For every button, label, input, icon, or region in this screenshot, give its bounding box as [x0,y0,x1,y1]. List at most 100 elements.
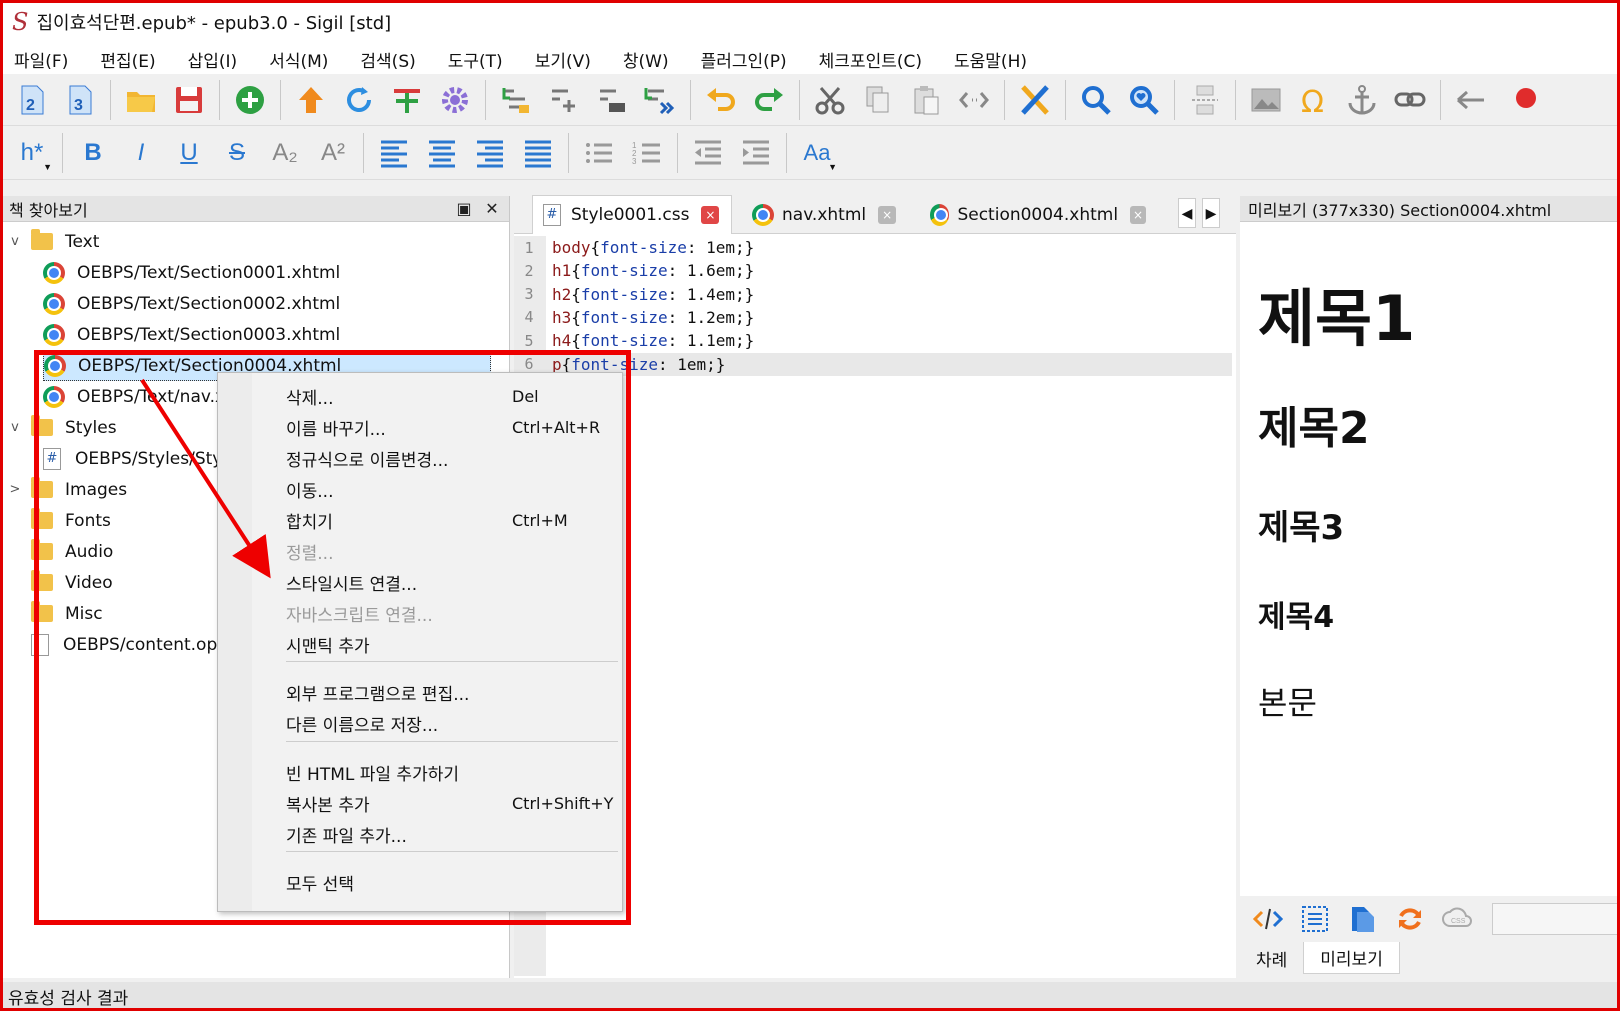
chevron-down-icon[interactable]: v [5,420,25,435]
code-line[interactable]: 5 h4{font-size: 1.1em;} [514,329,1232,352]
context-menu-item[interactable]: 삭제... Del [252,381,620,412]
reload-icon[interactable] [1392,901,1427,937]
float-panel-icon[interactable]: ▣ [453,199,475,218]
back-arrow-icon[interactable] [1450,79,1492,121]
strikethrough-button[interactable]: S [215,131,259,175]
context-menu-item[interactable]: 외부 프로그램으로 편집... [252,677,620,708]
open-folder-icon[interactable] [120,79,162,121]
chevron-right-icon[interactable]: > [5,482,25,497]
context-menu-item[interactable]: 합치기 Ctrl+M [252,505,620,536]
remove-entry-icon[interactable] [591,79,633,121]
undo-icon[interactable] [700,79,742,121]
tree-file[interactable]: OEBPS/Text/Section0002.xhtml [43,288,340,319]
validation-results-bar[interactable]: 유효성 검사 결과 [0,982,1620,1011]
close-tab-icon[interactable]: × [1130,205,1146,224]
tree-folder[interactable]: Misc [5,598,103,629]
context-menu-item[interactable]: 기존 파일 추가... [252,819,620,850]
tab-nav-xhtml[interactable]: nav.xhtml × [742,195,912,234]
context-menu-item[interactable]: 복사본 추가 Ctrl+Shift+Y [252,788,620,819]
menu-tools[interactable]: 도구(T) [448,47,503,72]
epub2-new-icon[interactable]: 2 [11,79,53,121]
scroll-tabs-left-icon[interactable]: ◀ [1178,198,1196,228]
underline-button[interactable]: U [167,131,211,175]
tree-file[interactable]: OEBPS/Text/Section0001.xhtml [43,257,340,288]
tree-folder[interactable]: Fonts [5,505,111,536]
menu-plugins[interactable]: 플러그인(P) [701,47,787,72]
context-menu-item[interactable]: 정규식으로 이름변경... [252,443,620,474]
saved-search-icon[interactable] [1123,79,1165,121]
redo-icon[interactable] [748,79,790,121]
menu-window[interactable]: 창(W) [623,47,669,72]
epub3-new-icon[interactable]: 3 [59,79,101,121]
scroll-tabs-right-icon[interactable]: ▶ [1202,198,1220,228]
code-view-icon[interactable] [1250,901,1285,937]
code-line[interactable]: 2 h1{font-size: 1.6em;} [514,259,1232,282]
tree-folder[interactable]: Video [5,567,113,598]
indent-icon[interactable] [735,132,777,174]
cut-icon[interactable] [809,79,851,121]
menu-checkpoints[interactable]: 체크포인트(C) [819,47,922,72]
insert-break-icon[interactable] [1184,79,1226,121]
tree-folder[interactable]: Audio [5,536,113,567]
tab-table-of-contents[interactable]: 차례 [1240,942,1303,974]
bold-button[interactable]: B [71,131,115,175]
context-menu-item[interactable]: 이름 바꾸기... Ctrl+Alt+R [252,412,620,443]
subscript-button[interactable]: A₂ [263,131,307,175]
refresh-icon[interactable] [338,79,380,121]
context-menu-item[interactable]: 스타일시트 연결... [252,567,620,598]
numbered-list-icon[interactable]: 123 [626,132,668,174]
tree-file[interactable]: OEBPS/Text/Section0003.xhtml [43,319,340,350]
italic-button[interactable]: I [119,131,163,175]
add-file-icon[interactable] [229,79,271,121]
tree-folder[interactable]: v Styles [5,412,117,443]
copy-page-icon[interactable] [1345,901,1380,937]
close-tab-icon[interactable]: × [878,205,897,224]
preview-zoom-field[interactable] [1492,903,1620,935]
close-panel-icon[interactable]: ✕ [481,199,503,218]
context-menu-item[interactable]: 모두 선택 [252,867,620,898]
gear-icon[interactable] [434,79,476,121]
css-toggle-icon[interactable]: CSS [1439,901,1474,937]
menu-insert[interactable]: 삽입(I) [188,47,238,72]
inspect-icon[interactable] [1297,901,1332,937]
link-icon[interactable] [1389,79,1431,121]
tab-preview[interactable]: 미리보기 [1303,942,1400,974]
search-icon[interactable] [1075,79,1117,121]
code-tags-icon[interactable] [953,79,995,121]
arrow-up-icon[interactable] [290,79,332,121]
align-center-icon[interactable] [421,132,463,174]
close-tab-icon[interactable]: × [701,206,720,224]
align-right-icon[interactable] [469,132,511,174]
tree-file[interactable]: OEBPS/content.opf [5,629,223,660]
tab-style0001-css[interactable]: # Style0001.css × [532,195,732,234]
save-icon[interactable] [168,79,210,121]
context-menu-item[interactable]: 다른 이름으로 저장... [252,708,620,739]
context-menu-item[interactable]: 이동... [252,474,620,505]
image-icon[interactable] [1245,79,1287,121]
validate-icon[interactable] [1014,79,1056,121]
align-justify-icon[interactable] [517,132,559,174]
tree-folder[interactable]: > Images [5,474,127,505]
menu-format[interactable]: 서식(M) [269,47,328,72]
copy-icon[interactable] [857,79,899,121]
menu-view[interactable]: 보기(V) [535,47,591,72]
tree-folder[interactable]: v Text [5,226,99,257]
menu-file[interactable]: 파일(F) [14,47,68,72]
outdent-icon[interactable] [687,132,729,174]
superscript-button[interactable]: A² [311,131,355,175]
insert-toc-icon[interactable] [495,79,537,121]
bullet-list-icon[interactable] [578,132,620,174]
tab-section0004-xhtml[interactable]: Section0004.xhtml × [920,195,1156,234]
add-entry-icon[interactable] [543,79,585,121]
code-line[interactable]: 4 h3{font-size: 1.2em;} [514,306,1232,329]
omega-icon[interactable]: Ω [1293,79,1335,121]
context-menu-item[interactable]: 빈 HTML 파일 추가하기 [252,757,620,788]
context-menu-item[interactable]: 시맨틱 추가 [252,629,620,660]
code-line[interactable]: 1 body{font-size: 1em;} [514,236,1232,259]
chevron-down-icon[interactable]: v [5,234,25,249]
heading-dropdown[interactable]: h* ▼ [10,131,54,175]
toc-forward-icon[interactable] [639,79,681,121]
split-icon[interactable] [386,79,428,121]
align-left-icon[interactable] [373,132,415,174]
paste-icon[interactable] [905,79,947,121]
